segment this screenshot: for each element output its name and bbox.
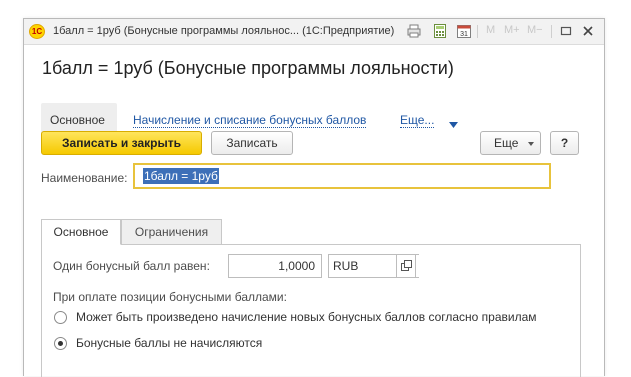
more-actions-button[interactable]: Еще xyxy=(480,131,541,155)
open-currency-button[interactable] xyxy=(396,254,416,278)
open-icon xyxy=(401,260,412,271)
name-field-value: 1балл = 1руб xyxy=(143,168,219,184)
title-bar: 1С 1балл = 1руб (Бонусные программы лоял… xyxy=(24,19,604,45)
restore-icon[interactable] xyxy=(559,24,573,38)
page-title: 1балл = 1руб (Бонусные программы лояльно… xyxy=(42,58,454,78)
radio-accrual-allowed-label[interactable]: Может быть произведено начисление новых … xyxy=(76,310,537,324)
window-title: 1балл = 1руб (Бонусные программы лояльно… xyxy=(53,25,395,37)
title-separator xyxy=(477,25,478,38)
tab-main-panel: Один бонусный балл равен: 1,0000 RUB При… xyxy=(41,244,581,377)
radio-selected-dot xyxy=(58,341,63,346)
tab-restrictions[interactable]: Ограничения xyxy=(121,219,222,245)
name-field[interactable]: 1балл = 1руб xyxy=(133,163,551,189)
nav-more-link[interactable]: Еще... xyxy=(400,113,435,128)
nav-item-main[interactable]: Основное xyxy=(50,113,105,127)
print-icon[interactable] xyxy=(407,24,421,38)
name-label: Наименование: xyxy=(41,171,128,185)
help-button[interactable]: ? xyxy=(550,131,579,155)
calendar-icon[interactable]: 31 xyxy=(457,24,471,38)
app-logo-icon: 1С xyxy=(29,24,45,39)
memory-plus-button[interactable]: M+ xyxy=(504,24,520,36)
form-window: 1С 1балл = 1руб (Бонусные программы лоял… xyxy=(23,18,605,377)
nav-more-dropdown-icon[interactable] xyxy=(449,117,458,131)
nav-link-bonus-accruals[interactable]: Начисление и списание бонусных баллов xyxy=(133,113,367,128)
save-and-close-button[interactable]: Записать и закрыть xyxy=(41,131,202,155)
radio-no-accrual-label[interactable]: Бонусные баллы не начисляются xyxy=(76,336,262,350)
rate-label: Один бонусный балл равен: xyxy=(53,259,210,273)
save-button[interactable]: Записать xyxy=(211,131,293,155)
memory-minus-button[interactable]: M− xyxy=(527,24,543,36)
radio-no-accrual[interactable] xyxy=(54,337,67,350)
rate-input[interactable]: 1,0000 xyxy=(228,254,322,278)
chevron-down-icon xyxy=(528,142,534,146)
memory-m-button[interactable]: M xyxy=(486,24,495,36)
more-actions-label: Еще xyxy=(494,136,519,150)
calendar-day: 31 xyxy=(460,31,468,38)
radio-accrual-allowed[interactable] xyxy=(54,311,67,324)
title-separator xyxy=(551,25,552,38)
close-icon[interactable] xyxy=(581,24,595,38)
calculator-icon[interactable] xyxy=(433,24,447,38)
tab-main[interactable]: Основное xyxy=(41,219,121,245)
payment-label: При оплате позиции бонусными баллами: xyxy=(53,290,287,304)
